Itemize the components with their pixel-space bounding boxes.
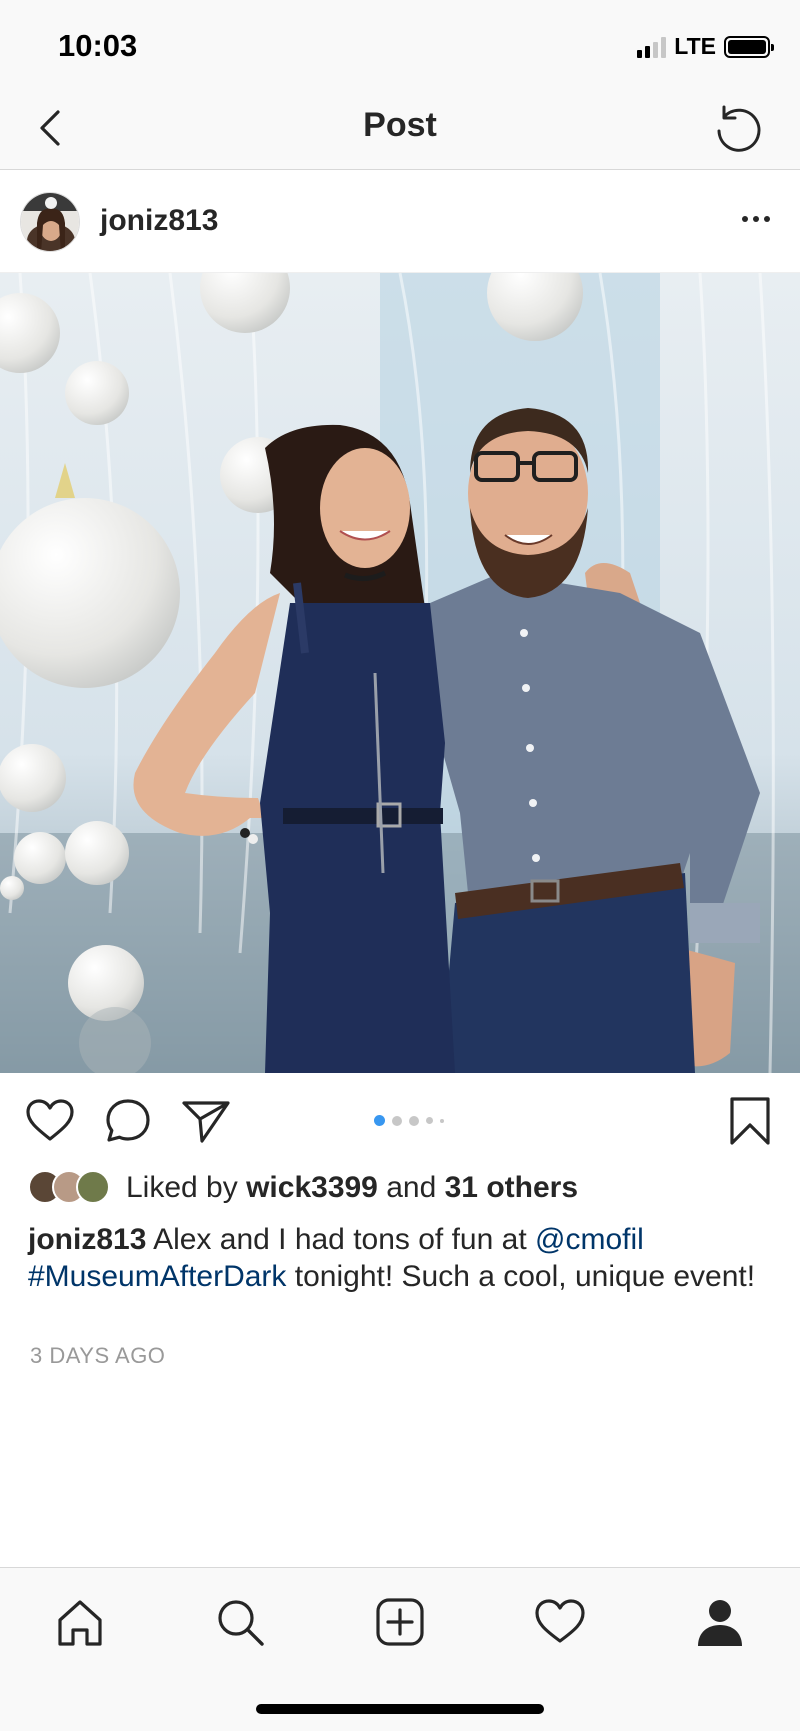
likes-prefix: Liked by xyxy=(126,1171,238,1204)
page-title: Post xyxy=(363,106,437,144)
avatar xyxy=(76,1170,110,1204)
status-time: 10:03 xyxy=(58,28,138,63)
post-timestamp: 3 DAYS AGO xyxy=(30,1343,166,1368)
post-actions xyxy=(0,1073,800,1169)
status-bar: 10:03 LTE xyxy=(0,0,800,92)
caption-text-continued: tonight! Such a cool, unique event! xyxy=(294,1260,756,1293)
likes-conjunction: and xyxy=(386,1171,437,1204)
tab-new-post[interactable] xyxy=(372,1594,428,1650)
refresh-icon xyxy=(717,105,761,152)
carousel-dot xyxy=(426,1117,433,1124)
new-post-icon xyxy=(376,1598,424,1646)
activity-heart-icon xyxy=(535,1599,585,1643)
caption-text: Alex and I had tons of fun at xyxy=(153,1223,527,1256)
network-type: LTE xyxy=(674,33,716,59)
caption-mention-link[interactable]: @cmofil xyxy=(535,1223,644,1256)
tab-home[interactable] xyxy=(52,1594,108,1650)
comment-button[interactable] xyxy=(102,1095,154,1147)
carousel-dot xyxy=(440,1118,444,1123)
refresh-button[interactable] xyxy=(710,100,766,156)
post-username[interactable]: joniz813 xyxy=(100,204,218,238)
bottom-tab-bar xyxy=(0,1567,800,1731)
carousel-indicator xyxy=(374,1115,444,1126)
like-button[interactable] xyxy=(24,1095,76,1147)
home-indicator xyxy=(256,1704,544,1714)
more-options-icon[interactable] xyxy=(742,209,776,229)
heart-icon xyxy=(26,1099,74,1141)
likes-text: Liked by wick3399 and 31 others xyxy=(126,1171,578,1205)
caption-hashtag-link[interactable]: #MuseumAfterDark xyxy=(28,1260,286,1293)
comment-icon xyxy=(106,1099,150,1142)
search-icon xyxy=(218,1600,264,1646)
liker-username[interactable]: wick3399 xyxy=(246,1171,378,1204)
post-header: joniz813 xyxy=(0,171,800,273)
liker-avatars xyxy=(28,1170,114,1206)
photo-image xyxy=(0,273,800,1073)
battery-icon xyxy=(724,35,774,58)
bookmark-icon xyxy=(730,1097,770,1145)
save-button[interactable] xyxy=(724,1095,776,1147)
tab-profile[interactable] xyxy=(692,1594,748,1650)
likes-others-count[interactable]: 31 others xyxy=(445,1171,578,1204)
tab-activity[interactable] xyxy=(532,1594,588,1650)
cellular-signal-icon xyxy=(637,36,667,58)
avatar[interactable] xyxy=(20,192,80,252)
send-icon xyxy=(182,1101,230,1143)
status-indicators: LTE xyxy=(637,33,774,60)
navigation-bar: Post xyxy=(0,92,800,170)
caption-username[interactable]: joniz813 xyxy=(28,1223,146,1256)
likes-summary[interactable]: Liked by wick3399 and 31 others xyxy=(28,1168,578,1208)
post-caption: joniz813 Alex and I had tons of fun at @… xyxy=(28,1221,768,1295)
carousel-dot xyxy=(392,1115,402,1126)
home-icon xyxy=(58,1600,102,1646)
tab-search[interactable] xyxy=(212,1594,268,1650)
post-photo[interactable] xyxy=(0,273,800,1073)
profile-icon xyxy=(698,1600,742,1646)
carousel-dot xyxy=(409,1115,419,1126)
carousel-dot-active xyxy=(374,1115,385,1126)
share-button[interactable] xyxy=(180,1095,232,1147)
